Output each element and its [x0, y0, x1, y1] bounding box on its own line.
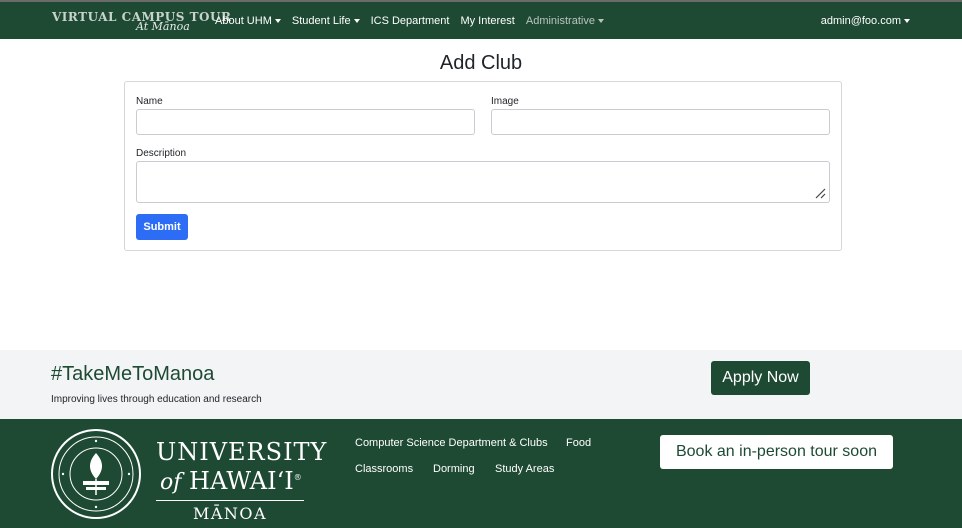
name-input[interactable] — [136, 109, 475, 135]
nav-links: About UHM Student Life ICS Department My… — [215, 2, 615, 39]
page-title: Add Club — [439, 52, 523, 74]
wordmark-hawaii: HAWAIʻI — [189, 467, 294, 495]
wordmark-divider — [156, 500, 304, 501]
nav-about-uhm[interactable]: About UHM — [215, 15, 281, 27]
top-navbar: VIRTUAL CAMPUS TOUR At Mānoa About UHM S… — [0, 0, 962, 39]
nav-student-life-label: Student Life — [291, 14, 351, 27]
university-seal-icon[interactable] — [51, 429, 141, 519]
description-label: Description — [136, 148, 187, 159]
nav-administrative-label: Administrative — [525, 14, 595, 27]
nav-ics-department-label: ICS Department — [370, 14, 450, 27]
footer-cta: #TakeMeToManoa Improving lives through e… — [0, 350, 962, 419]
nav-student-life[interactable]: Student Life — [292, 15, 360, 27]
nav-about-uhm-label: About UHM — [215, 14, 272, 27]
nav-ics-department[interactable]: ICS Department — [371, 15, 450, 27]
footer-link-food[interactable]: Food — [566, 437, 591, 449]
user-email: admin@foo.com — [820, 14, 901, 27]
add-club-form: Name Image Description Submit — [124, 81, 842, 251]
caret-down-icon — [274, 18, 281, 23]
wordmark-of: of — [160, 470, 182, 495]
footer-link-study-areas[interactable]: Study Areas — [495, 463, 554, 475]
textarea-resize-icon[interactable] — [814, 187, 826, 199]
user-menu[interactable]: admin@foo.com — [821, 2, 910, 39]
registered-mark: ® — [293, 473, 302, 482]
nav-my-interest[interactable]: My Interest — [460, 15, 514, 27]
caret-down-icon — [353, 18, 360, 23]
tagline: Improving lives through education and re… — [51, 394, 262, 405]
nav-administrative[interactable]: Administrative — [526, 15, 604, 27]
wordmark-manoa: MĀNOA — [192, 504, 268, 523]
footer: UNIVERSITY of HAWAIʻI® MĀNOA Computer Sc… — [0, 419, 962, 528]
name-label: Name — [136, 96, 163, 107]
nav-my-interest-label: My Interest — [460, 14, 515, 27]
submit-button[interactable]: Submit — [136, 214, 188, 240]
footer-link-dorming[interactable]: Dorming — [433, 463, 475, 475]
hashtag-heading: #TakeMeToManoa — [51, 363, 215, 385]
description-textarea[interactable] — [136, 161, 830, 203]
footer-link-cs-clubs[interactable]: Computer Science Department & Clubs — [355, 437, 548, 449]
wordmark-hawaii-line: of HAWAIʻI® — [160, 465, 306, 496]
brand-logo[interactable]: VIRTUAL CAMPUS TOUR At Mānoa — [52, 10, 231, 36]
book-tour-button[interactable]: Book an in-person tour soon — [660, 435, 893, 469]
wordmark-university: UNIVERSITY — [156, 438, 328, 466]
caret-down-icon — [904, 18, 910, 23]
image-label: Image — [491, 96, 519, 107]
footer-link-classrooms[interactable]: Classrooms — [355, 463, 413, 475]
brand-subtitle: At Mānoa — [136, 20, 190, 33]
university-wordmark[interactable]: UNIVERSITY of HAWAIʻI® MĀNOA — [156, 438, 328, 523]
caret-down-icon — [597, 18, 604, 23]
apply-now-button[interactable]: Apply Now — [711, 361, 810, 395]
image-input[interactable] — [491, 109, 830, 135]
